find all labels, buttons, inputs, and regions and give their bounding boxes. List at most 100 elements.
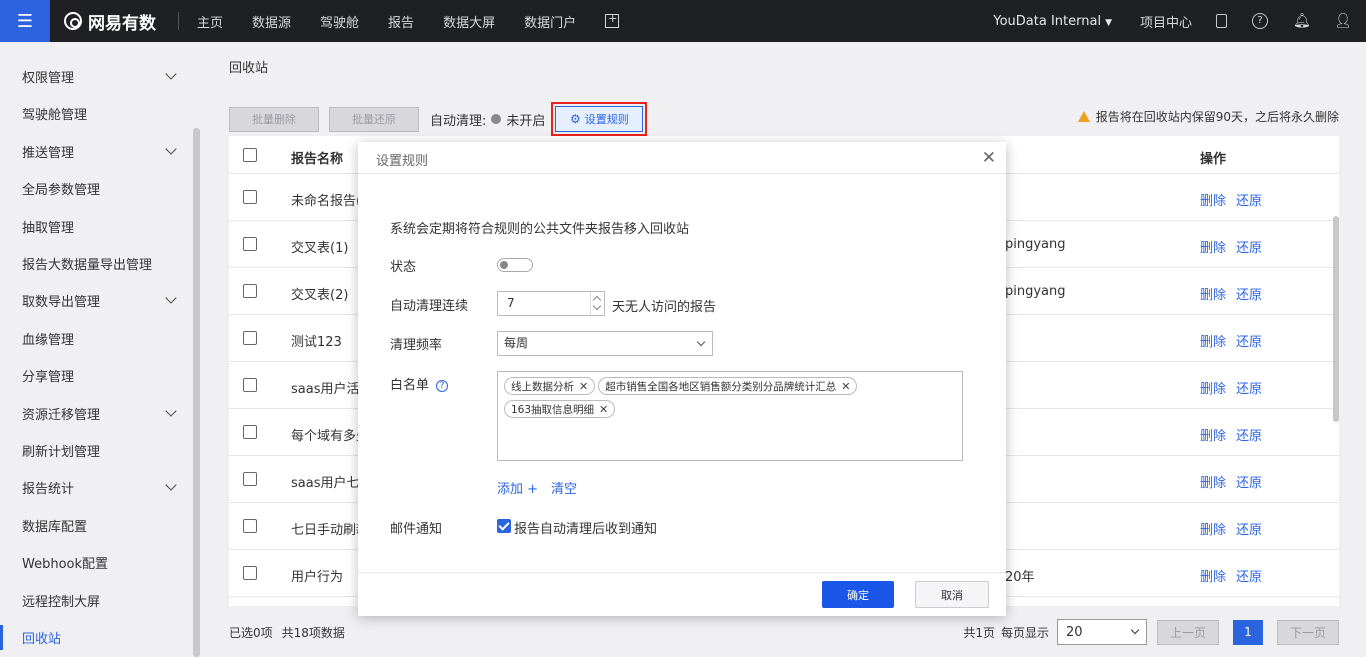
delete-link[interactable]: 删除 [1200,190,1226,209]
delete-link[interactable]: 删除 [1200,237,1226,256]
report-name-cell[interactable]: 测试123 [291,331,342,350]
row-checkbox[interactable] [243,472,257,486]
sidebar-item[interactable]: 取数导出管理 [0,282,193,319]
row-checkbox[interactable] [243,519,257,533]
help-icon[interactable]: ? [1252,13,1268,29]
delete-link[interactable]: 删除 [1200,425,1226,444]
delete-link[interactable]: 删除 [1200,378,1226,397]
page-size-select[interactable]: 20 [1057,619,1147,645]
stepper-arrows[interactable] [590,292,604,315]
sidebar-item[interactable]: 血缘管理 [0,320,193,357]
sidebar-item[interactable]: 远程控制大屏 [0,582,193,619]
sidebar-item[interactable]: 资源迁移管理 [0,395,193,432]
batch-delete-button[interactable]: 批量删除 [229,106,319,132]
chevron-down-icon[interactable] [165,68,177,80]
sidebar-item[interactable]: 推送管理 [0,133,193,170]
sidebar-item[interactable]: 分享管理 [0,357,193,394]
restore-link[interactable]: 还原 [1236,378,1262,397]
stepper-down-icon[interactable] [592,301,602,311]
prev-page-button[interactable]: 上一页 [1157,619,1219,645]
whitelist-tag-input[interactable]: 线上数据分析 ✕ 超市销售全国各地区销售额分类别分品牌统计汇总 ✕ 163抽取信息明细 ✕ [497,371,963,461]
sidebar-item[interactable]: 报告大数据量导出管理 [0,245,193,282]
restore-link[interactable]: 还原 [1236,519,1262,538]
row-checkbox[interactable] [243,190,257,204]
remove-tag-icon[interactable]: ✕ [579,380,588,393]
select-all-checkbox[interactable] [243,148,257,162]
chevron-down-icon[interactable] [165,479,177,492]
dialog-title: 设置规则 [376,154,429,169]
nav-datasource[interactable]: 数据源 [252,12,291,31]
set-rules-button[interactable]: ⚙ 设置规则 [555,106,644,132]
nav-home[interactable]: 主页 [197,12,223,31]
chevron-down-icon[interactable] [165,404,177,417]
org-switcher[interactable]: YouData Internal ▼ [993,14,1112,29]
sidebar-item[interactable]: 报告统计 [0,469,193,506]
batch-restore-button[interactable]: 批量还原 [329,106,419,132]
row-checkbox[interactable] [243,284,257,298]
nav-report[interactable]: 报告 [388,12,414,31]
chevron-down-icon[interactable] [165,143,177,155]
menu-icon[interactable]: ☰ [0,0,50,42]
user-icon[interactable]: 👤︎ [1334,13,1352,29]
cancel-button[interactable]: 取消 [915,581,989,608]
next-page-button[interactable]: 下一页 [1277,619,1339,645]
report-name-cell[interactable]: 未命名报告( [291,190,361,209]
frequency-select[interactable]: 每周 [497,331,713,356]
sidebar-item[interactable]: Webhook配置 [0,544,193,581]
help-icon[interactable]: ? [436,380,449,392]
delete-link[interactable]: 删除 [1200,519,1226,538]
brand-logo[interactable]: 网易有数 [64,9,156,34]
remove-tag-icon[interactable]: ✕ [599,403,608,416]
remove-tag-icon[interactable]: ✕ [841,380,850,393]
email-notify-checkbox[interactable] [497,519,511,533]
status-toggle[interactable] [497,258,533,272]
bell-icon[interactable]: 🔔︎ [1293,13,1311,29]
selected-count: 已选0项 [229,625,273,640]
document-icon[interactable] [1216,14,1227,28]
page-1-button[interactable]: 1 [1233,619,1263,645]
row-checkbox[interactable] [243,331,257,345]
restore-link[interactable]: 还原 [1236,331,1262,350]
row-checkbox[interactable] [243,566,257,580]
fullscreen-icon[interactable] [605,12,620,28]
nav-cockpit[interactable]: 驾驶舱 [320,12,359,31]
sidebar-item[interactable]: 驾驶舱管理 [0,95,193,132]
restore-link[interactable]: 还原 [1236,237,1262,256]
restore-link[interactable]: 还原 [1236,472,1262,491]
days-stepper[interactable]: 7 [497,291,605,316]
sidebar-item[interactable]: 全局参数管理 [0,170,193,207]
row-checkbox[interactable] [243,237,257,251]
add-whitelist-link[interactable]: 添加 + [497,478,538,497]
delete-link[interactable]: 删除 [1200,331,1226,350]
restore-link[interactable]: 还原 [1236,425,1262,444]
report-name-cell[interactable]: 用户行为 [291,566,343,585]
sidebar-item[interactable]: 抽取管理 [0,208,193,245]
clear-whitelist-link[interactable]: 清空 [551,478,577,497]
sidebar-item[interactable]: 数据库配置 [0,507,193,544]
nav-bigscreen[interactable]: 数据大屏 [443,12,495,31]
delete-link[interactable]: 删除 [1200,284,1226,303]
row-checkbox[interactable] [243,425,257,439]
delete-link[interactable]: 删除 [1200,472,1226,491]
report-name-cell[interactable]: 交叉表(2) [291,284,348,303]
per-page-label: 每页显示 [1000,625,1049,640]
table-scrollbar[interactable] [1333,216,1339,422]
project-center-link[interactable]: 项目中心 [1140,12,1192,31]
delete-link[interactable]: 删除 [1200,566,1226,585]
sidebar-item[interactable]: 刷新计划管理 [0,432,193,469]
confirm-button[interactable]: 确定 [822,581,894,608]
chevron-down-icon[interactable] [165,292,177,305]
logo-icon [64,12,82,30]
close-icon[interactable]: ✕ [982,148,996,168]
restore-link[interactable]: 还原 [1236,190,1262,209]
row-checkbox[interactable] [243,378,257,392]
sidebar-item[interactable]: 权限管理 [0,58,193,95]
sidebar-scrollbar[interactable] [193,128,200,657]
restore-link[interactable]: 还原 [1236,566,1262,585]
whitelist-tag: 线上数据分析 ✕ [504,377,596,395]
nav-portal[interactable]: 数据门户 [524,12,576,31]
restore-link[interactable]: 还原 [1236,284,1262,303]
sidebar-item[interactable]: 回收站 [0,619,193,656]
report-name-cell[interactable]: 交叉表(1) [291,237,348,256]
sidebar-item-label: 抽取管理 [22,220,75,236]
